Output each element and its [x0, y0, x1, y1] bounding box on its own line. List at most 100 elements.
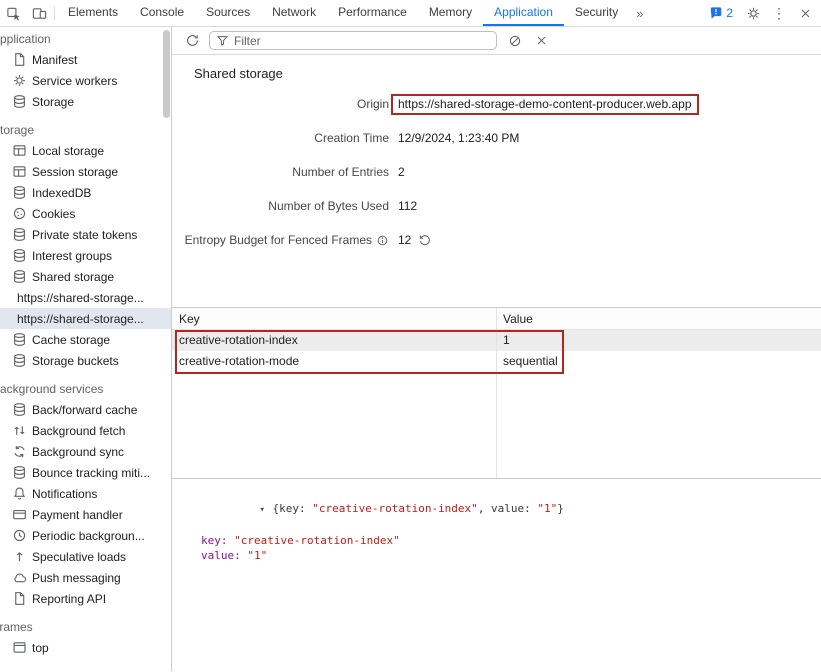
sidebar-item-notifications[interactable]: Notifications: [0, 483, 171, 504]
sidebar-item-background-fetch[interactable]: Background fetch: [0, 420, 171, 441]
sidebar-item-https-shared-storage[interactable]: https://shared-storage...: [0, 308, 171, 329]
sidebar-item-manifest[interactable]: Manifest: [0, 49, 171, 70]
preview-token: {key:: [272, 502, 312, 515]
expand-caret-icon[interactable]: ▾: [259, 503, 272, 518]
issues-icon: [709, 6, 723, 20]
preview-string-token: "creative-rotation-index": [312, 502, 478, 515]
delete-all-button[interactable]: [502, 28, 528, 54]
tab-security[interactable]: Security: [564, 0, 629, 26]
loads-icon: [12, 549, 27, 564]
cell-key: creative-rotation-mode: [172, 351, 496, 372]
field-label-text: Number of Entries: [292, 165, 389, 179]
filter-box[interactable]: [209, 31, 497, 50]
sidebar-item-label: Reporting API: [32, 592, 106, 606]
preview-token: }: [557, 502, 564, 515]
database-icon: [12, 465, 27, 480]
sidebar-item-periodic-backgroun[interactable]: Periodic backgroun...: [0, 525, 171, 546]
field-label: Origin: [172, 97, 389, 111]
sidebar-item-label: IndexedDB: [32, 186, 91, 200]
settings-button[interactable]: [740, 6, 766, 21]
sidebar-item-local-storage[interactable]: Local storage: [0, 140, 171, 161]
sidebar-item-payment-handler[interactable]: Payment handler: [0, 504, 171, 525]
sidebar-section-title: Background services: [0, 380, 171, 399]
inspect-button[interactable]: [0, 0, 26, 26]
sidebar-item-back-forward-cache[interactable]: Back/forward cache: [0, 399, 171, 420]
sidebar-item-cookies[interactable]: Cookies: [0, 203, 171, 224]
info-icon[interactable]: [376, 234, 389, 247]
sidebar-item-private-state-tokens[interactable]: Private state tokens: [0, 224, 171, 245]
issues-count: 2: [726, 6, 733, 20]
sidebar-item-reporting-api[interactable]: Reporting API: [0, 588, 171, 609]
database-icon: [12, 332, 27, 347]
entries-table: Key Value creative-rotation-index1creati…: [172, 307, 821, 478]
sidebar-scrollbar-thumb[interactable]: [163, 30, 170, 118]
kebab-menu-icon: ⋮: [772, 5, 786, 22]
database-icon: [12, 402, 27, 417]
page-title: Shared storage: [194, 66, 821, 81]
database-icon: [12, 353, 27, 368]
application-sidebar: ApplicationManifestService workersStorag…: [0, 27, 172, 671]
preview-property-line: value: "1": [180, 548, 821, 563]
field-value: 2: [398, 165, 405, 179]
tab-elements[interactable]: Elements: [57, 0, 129, 26]
filter-input[interactable]: [234, 34, 490, 48]
sidebar-item-label: top: [32, 641, 49, 655]
sidebar-item-interest-groups[interactable]: Interest groups: [0, 245, 171, 266]
field-label: Entropy Budget for Fenced Frames: [172, 233, 389, 247]
tab-application[interactable]: Application: [483, 0, 564, 26]
column-header-value[interactable]: Value: [496, 308, 821, 329]
sidebar-item-storage[interactable]: Storage: [0, 91, 171, 112]
field-value-text: https://shared-storage-demo-content-prod…: [398, 97, 692, 111]
sidebar-item-cache-storage[interactable]: Cache storage: [0, 329, 171, 350]
sidebar-item-push-messaging[interactable]: Push messaging: [0, 567, 171, 588]
sidebar-item-label: Interest groups: [32, 249, 112, 263]
entry-preview-pane: ▾{key: "creative-rotation-index", value:…: [172, 478, 821, 671]
cell-key: creative-rotation-index: [172, 330, 496, 351]
delete-selected-button[interactable]: [528, 28, 554, 54]
sidebar-item-background-sync[interactable]: Background sync: [0, 441, 171, 462]
sidebar-item-storage-buckets[interactable]: Storage buckets: [0, 350, 171, 371]
sidebar-item-session-storage[interactable]: Session storage: [0, 161, 171, 182]
sidebar-section-storage: StorageLocal storageSession storageIndex…: [0, 121, 171, 371]
close-devtools-button[interactable]: [792, 7, 818, 20]
sidebar-item-top[interactable]: top: [0, 637, 171, 658]
sidebar-item-label: Payment handler: [32, 508, 123, 522]
sidebar-section-frames: Framestop: [0, 618, 171, 658]
cell-value: sequential: [496, 351, 821, 372]
column-header-key[interactable]: Key: [172, 308, 496, 329]
sidebar-scrollbar[interactable]: [162, 27, 171, 671]
device-toolbar-button[interactable]: [26, 0, 52, 26]
sidebar-item-speculative-loads[interactable]: Speculative loads: [0, 546, 171, 567]
shared-storage-panel: Shared storage Origin https://shared-stor…: [172, 27, 821, 671]
sidebar-item-label: Storage buckets: [32, 354, 119, 368]
field-value-text: 2: [398, 165, 405, 179]
menu-button[interactable]: ⋮: [766, 5, 792, 22]
sidebar-item-service-workers[interactable]: Service workers: [0, 70, 171, 91]
tab-network[interactable]: Network: [261, 0, 327, 26]
sidebar-item-label: Notifications: [32, 487, 97, 501]
sidebar-item-https-shared-storage[interactable]: https://shared-storage...: [0, 287, 171, 308]
tab-sources[interactable]: Sources: [195, 0, 261, 26]
sidebar-item-bounce-tracking-miti[interactable]: Bounce tracking miti...: [0, 462, 171, 483]
funnel-icon: [216, 34, 229, 47]
field-value-text: 112: [398, 199, 417, 213]
column-divider[interactable]: [496, 308, 497, 478]
tab-performance[interactable]: Performance: [327, 0, 418, 26]
sidebar-item-shared-storage[interactable]: Shared storage: [0, 266, 171, 287]
reset-budget-icon[interactable]: [418, 233, 432, 247]
sidebar-item-indexeddb[interactable]: IndexedDB: [0, 182, 171, 203]
sidebar-item-label: Bounce tracking miti...: [32, 466, 150, 480]
manifest-icon: [12, 52, 27, 67]
metadata-report: Origin https://shared-storage-demo-conten…: [172, 87, 821, 257]
preview-property-value: "creative-rotation-index": [234, 534, 400, 547]
tab-memory[interactable]: Memory: [418, 0, 483, 26]
more-tabs-button[interactable]: »: [629, 0, 650, 26]
sidebar-item-label: https://shared-storage...: [17, 291, 144, 305]
tab-console[interactable]: Console: [129, 0, 195, 26]
database-icon: [12, 185, 27, 200]
refresh-button[interactable]: [179, 28, 205, 54]
bell-icon: [12, 486, 27, 501]
issues-badge[interactable]: 2: [702, 6, 740, 20]
sidebar-item-label: Speculative loads: [32, 550, 126, 564]
field-row-origin: Origin https://shared-storage-demo-conten…: [172, 87, 821, 121]
